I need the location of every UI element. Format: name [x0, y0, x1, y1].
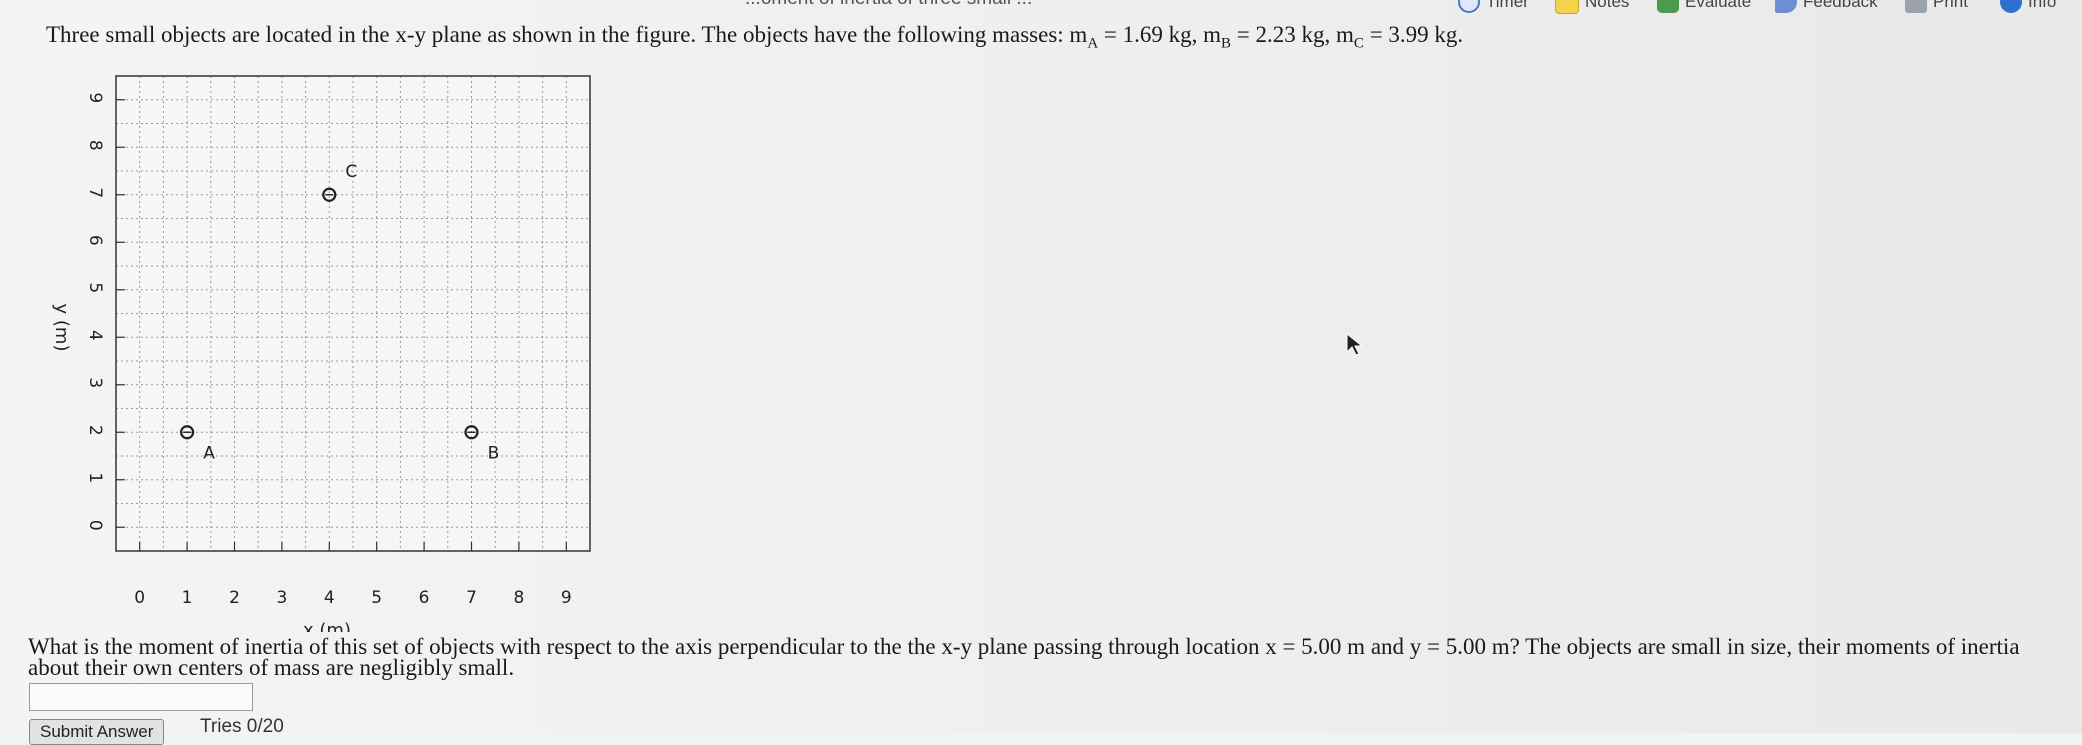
- print-button[interactable]: Print: [1905, 0, 1968, 13]
- x-tick-label: 5: [371, 588, 382, 608]
- point-label-a: A: [203, 443, 215, 463]
- point-label-b: B: [488, 443, 500, 463]
- print-label: Print: [1933, 0, 1968, 11]
- mass-a-subscript: A: [1087, 35, 1099, 52]
- y-tick-label: 9: [85, 92, 105, 103]
- x-tick-label: 7: [466, 588, 477, 608]
- y-tick-label: 3: [85, 377, 105, 388]
- question-text: Three small objects are located in the x…: [46, 22, 1463, 53]
- x-tick-label: 1: [182, 588, 193, 608]
- x-tick-label: 6: [419, 588, 430, 608]
- question-prompt: What is the moment of inertia of this se…: [28, 634, 2020, 680]
- mass-b-value: = 2.23 kg,: [1231, 22, 1337, 47]
- y-tick-label: 7: [85, 187, 105, 198]
- mass-c-value: = 3.99 kg.: [1363, 22, 1464, 47]
- x-tick-label: 4: [324, 588, 335, 608]
- mass-b-subscript: B: [1221, 35, 1232, 52]
- tries-counter: Tries 0/20: [200, 716, 284, 737]
- notes-label: Notes: [1585, 0, 1630, 11]
- y-tick-label: 8: [85, 140, 105, 151]
- feedback-label: Feedback: [1803, 0, 1878, 11]
- y-tick-label: 2: [85, 425, 105, 436]
- evaluate-label: Evaluate: [1685, 0, 1752, 11]
- scatter-chart: 0 1 2 3 4 5 6 7 8 9 0 1 2 3 4 5 6 7 8 9 x (m) y (m) A B C: [51, 75, 591, 641]
- point-label-c: C: [345, 162, 357, 182]
- timer-icon: [1458, 0, 1480, 13]
- position-figure: 0 1 2 3 4 5 6 7 8 9 0 1 2 3 4 5 6 7 8 9 x (m) y (m) A B C: [28, 62, 628, 641]
- x-tick-label: 8: [513, 588, 524, 608]
- y-tick-label: 1: [85, 472, 105, 483]
- x-tick-label: 2: [229, 588, 240, 608]
- question-intro: Three small objects are located in the x…: [46, 22, 1070, 47]
- feedback-button[interactable]: Feedback: [1775, 0, 1878, 13]
- info-button[interactable]: Info: [2000, 0, 2056, 13]
- timer-label: Timer: [1486, 0, 1529, 11]
- problem-title: ...oment of inertia of three small ...: [745, 0, 1032, 10]
- x-tick-label: 3: [276, 588, 287, 608]
- y-axis-label: y (m): [51, 304, 72, 352]
- mass-a-value: = 1.69 kg,: [1098, 22, 1204, 47]
- notes-icon: [1555, 0, 1579, 14]
- timer-button[interactable]: Timer: [1458, 0, 1529, 13]
- feedback-icon: [1775, 0, 1797, 13]
- print-icon: [1905, 0, 1927, 13]
- info-icon: [2000, 0, 2022, 13]
- y-tick-label: 6: [85, 235, 105, 246]
- mass-c-symbol: m: [1336, 22, 1354, 47]
- y-tick-label: 4: [85, 330, 105, 341]
- x-tick-label: 9: [561, 588, 572, 608]
- y-tick-label: 5: [85, 282, 105, 293]
- notes-button[interactable]: Notes: [1555, 0, 1630, 14]
- mouse-cursor-icon: [1346, 332, 1364, 356]
- evaluate-button[interactable]: Evaluate: [1657, 0, 1751, 13]
- submit-answer-button[interactable]: Submit Answer: [29, 719, 165, 745]
- info-label: Info: [2028, 0, 2057, 11]
- mass-c-subscript: C: [1353, 35, 1364, 52]
- x-axis-label: x (m): [303, 620, 351, 632]
- top-toolbar: ...oment of inertia of three small ... T…: [0, 0, 2082, 14]
- y-tick-label: 0: [85, 520, 105, 531]
- x-tick-label: 0: [134, 588, 145, 608]
- evaluate-icon: [1657, 0, 1679, 13]
- mass-a-symbol: m: [1069, 22, 1088, 47]
- answer-input[interactable]: [29, 683, 253, 711]
- mass-b-symbol: m: [1203, 22, 1222, 47]
